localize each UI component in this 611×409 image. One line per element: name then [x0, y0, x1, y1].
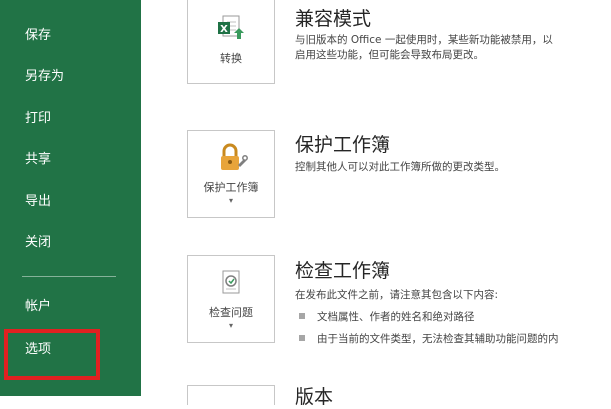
bullet-square-icon	[299, 335, 305, 341]
inspect-title: 检查工作簿	[295, 260, 391, 282]
inspect-bullet-2-text: 由于当前的文件类型，无法检查其辅助功能问题的内	[317, 333, 559, 345]
nav-save-as[interactable]: 另存为	[25, 69, 64, 85]
svg-text:X: X	[220, 24, 228, 35]
manage-versions-button[interactable]	[187, 385, 275, 405]
compat-desc-2: 启用这些功能，但可能会导致布局更改。	[295, 49, 484, 61]
convert-button[interactable]: X 转换	[187, 0, 275, 84]
options-highlight-box	[4, 329, 100, 380]
sidebar-divider	[22, 276, 116, 277]
nav-print[interactable]: 打印	[25, 111, 51, 127]
nav-share[interactable]: 共享	[25, 152, 51, 168]
inspect-bullet-2: 由于当前的文件类型，无法检查其辅助功能问题的内	[299, 331, 559, 346]
chevron-down-icon: ▾	[228, 321, 233, 330]
nav-export[interactable]: 导出	[25, 194, 51, 210]
chevron-down-icon: ▾	[228, 196, 233, 205]
check-issues-label: 检查问题	[209, 306, 253, 319]
compat-desc-1: 与旧版本的 Office 一起使用时，某些新功能被禁用，以	[295, 34, 553, 46]
lock-key-icon	[214, 143, 248, 177]
nav-save[interactable]: 保存	[25, 28, 51, 44]
protect-desc: 控制其他人可以对此工作簿所做的更改类型。	[295, 161, 505, 173]
inspect-bullet-1-text: 文档属性、作者的姓名和绝对路径	[317, 311, 475, 323]
inspect-desc: 在发布此文件之前，请注意其包含以下内容:	[295, 289, 499, 301]
excel-convert-icon: X	[214, 14, 248, 48]
check-issues-button[interactable]: 检查问题 ▾	[187, 255, 275, 343]
inspect-document-icon	[214, 268, 248, 302]
convert-label: 转换	[220, 52, 242, 65]
inspect-bullet-1: 文档属性、作者的姓名和绝对路径	[299, 309, 475, 324]
protect-workbook-label: 保护工作簿	[203, 181, 259, 194]
nav-close[interactable]: 关闭	[25, 235, 51, 251]
nav-account[interactable]: 帐户	[25, 299, 51, 315]
compat-title: 兼容模式	[295, 8, 372, 30]
info-pane: X 转换 兼容模式 与旧版本的 Office 一起使用时，某些新功能被禁用，以 …	[141, 0, 611, 408]
backstage-sidebar: 保存 另存为 打印 共享 导出 关闭 帐户 选项	[0, 0, 141, 396]
bullet-square-icon	[299, 313, 305, 319]
protect-title: 保护工作簿	[295, 134, 391, 156]
protect-workbook-button[interactable]: 保护工作簿 ▾	[187, 130, 275, 218]
